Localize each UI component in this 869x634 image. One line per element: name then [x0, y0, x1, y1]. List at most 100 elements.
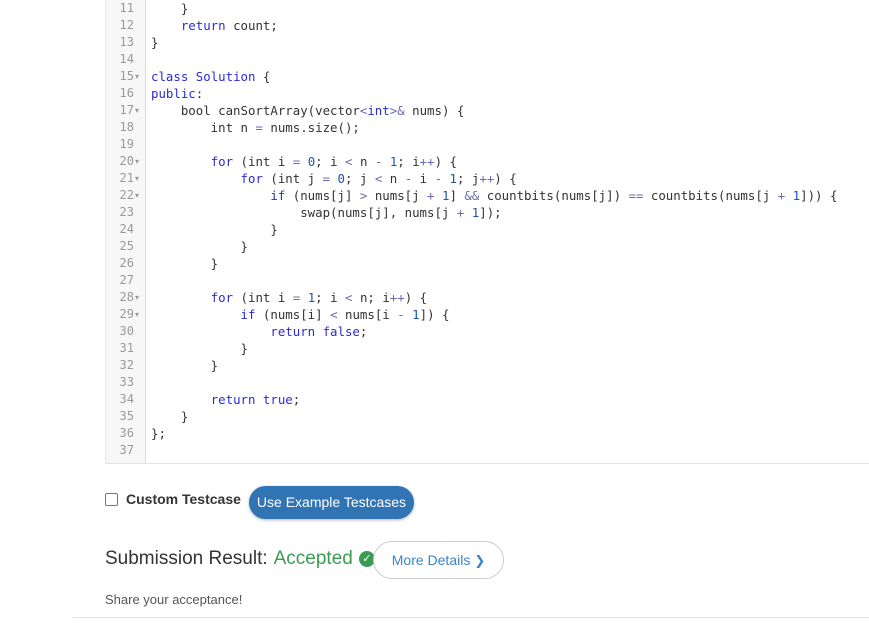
line-number: 13 [119, 35, 134, 49]
line-number: 22 [119, 188, 134, 202]
code-text: } [151, 357, 218, 374]
code-token: ; i [315, 154, 346, 169]
line-number: 33 [119, 375, 134, 389]
code-token: ])) { [800, 188, 838, 203]
code-token: ; i [397, 154, 420, 169]
line-number: 17 [119, 103, 134, 117]
code-line: 11 } [106, 0, 869, 17]
code-token: } [151, 409, 189, 424]
more-details-button[interactable]: More Details ❯ [373, 541, 504, 579]
fold-arrow-icon[interactable]: ▾ [135, 170, 139, 187]
line-number: 18 [119, 120, 134, 134]
code-text: return false; [151, 323, 367, 340]
code-text: for (int i = 0; i < n - 1; i++) { [151, 153, 457, 170]
code-line: 36}; [106, 425, 869, 442]
code-token: ; [292, 392, 301, 407]
code-text: } [151, 408, 188, 425]
code-line: 21 ▾ for (int j = 0; j < n - i - 1; j++) … [106, 170, 869, 187]
code-line: 14 [106, 51, 869, 68]
code-token: return [270, 324, 316, 339]
code-token: if [270, 188, 286, 203]
code-token: bool canSortArray(vector [151, 103, 360, 118]
code-token: + [427, 188, 435, 203]
code-token: int n [151, 120, 256, 135]
code-text: } [151, 34, 158, 51]
line-number: 14 [119, 52, 134, 66]
code-line: 32 } [106, 357, 869, 374]
code-token: ] [449, 188, 465, 203]
code-text: for (int i = 1; i < n; i++) { [151, 289, 427, 306]
line-number: 11 [119, 1, 134, 15]
code-token: - [434, 171, 443, 186]
line-number: 12 [119, 18, 134, 32]
code-text: for (int j = 0; j < n - i - 1; j++) { [151, 170, 517, 187]
code-token: 0 [337, 171, 346, 186]
code-token: ) { [494, 171, 517, 186]
code-token: 1 [412, 307, 420, 322]
line-number: 27 [119, 273, 134, 287]
code-text: if (nums[j] > nums[j + 1] && countbits(n… [151, 187, 837, 204]
custom-testcase-checkbox[interactable] [105, 492, 118, 506]
code-text: return count; [151, 17, 278, 34]
code-text: } [151, 0, 188, 17]
code-token: for [210, 290, 234, 305]
fold-arrow-icon[interactable]: ▾ [135, 187, 139, 204]
code-token: (int i [233, 154, 293, 169]
fold-arrow-icon[interactable]: ▾ [135, 153, 139, 170]
code-token: ++ [479, 171, 495, 186]
code-line: 31 } [106, 340, 869, 357]
code-line: 13} [106, 34, 869, 51]
code-line: 29 ▾ if (nums[i] < nums[i - 1]) { [106, 306, 869, 323]
code-token: i [412, 171, 435, 186]
code-token: }; [151, 426, 166, 441]
custom-testcase-toggle[interactable]: Custom Testcase [105, 491, 241, 507]
code-token: n; i [352, 290, 390, 305]
code-line: 34 return true; [106, 391, 869, 408]
submission-result: Submission Result: Accepted ✓ More Detai… [105, 541, 525, 580]
code-line: 15 ▾ class Solution { [106, 68, 869, 85]
code-line: 33 [106, 374, 869, 391]
code-text: if (nums[i] < nums[i - 1]) { [151, 306, 450, 323]
line-number: 20 [119, 154, 134, 168]
code-token: 1 [449, 171, 457, 186]
share-acceptance-link[interactable]: Share your acceptance! [105, 592, 242, 607]
code-token: { [255, 69, 271, 84]
line-number: 24 [119, 222, 134, 236]
code-line: 23 swap(nums[j], nums[j + 1]); [106, 204, 869, 221]
code-token: ; [359, 324, 368, 339]
code-token: 1 [792, 188, 801, 203]
submission-status: Accepted [273, 548, 353, 569]
code-line: 22 ▾ if (nums[j] > nums[j + 1] && countbi… [106, 187, 869, 204]
line-number: 16 [119, 86, 134, 100]
line-number: 29 [119, 307, 134, 321]
code-token: ++ [389, 290, 405, 305]
custom-testcase-label: Custom Testcase [126, 491, 241, 507]
code-line: 17 ▾ bool canSortArray(vector<int>& nums)… [106, 102, 869, 119]
code-token: public [151, 86, 196, 101]
use-example-testcases-button[interactable]: Use Example Testcases [249, 486, 414, 519]
fold-arrow-icon[interactable]: ▾ [135, 68, 139, 85]
code-token: ++ [419, 154, 435, 169]
fold-arrow-icon[interactable]: ▾ [135, 306, 139, 323]
fold-arrow-icon[interactable]: ▾ [135, 289, 139, 306]
code-line: 19 [106, 136, 869, 153]
fold-arrow-icon[interactable]: ▾ [135, 102, 139, 119]
code-token: countbits(nums[j [643, 188, 778, 203]
code-text: } [151, 340, 248, 357]
code-text: } [151, 238, 248, 255]
code-editor[interactable]: 11 } 12 return count; 13} 14 15 ▾ class Soluti… [105, 0, 869, 464]
code-token: (int j [262, 171, 323, 186]
